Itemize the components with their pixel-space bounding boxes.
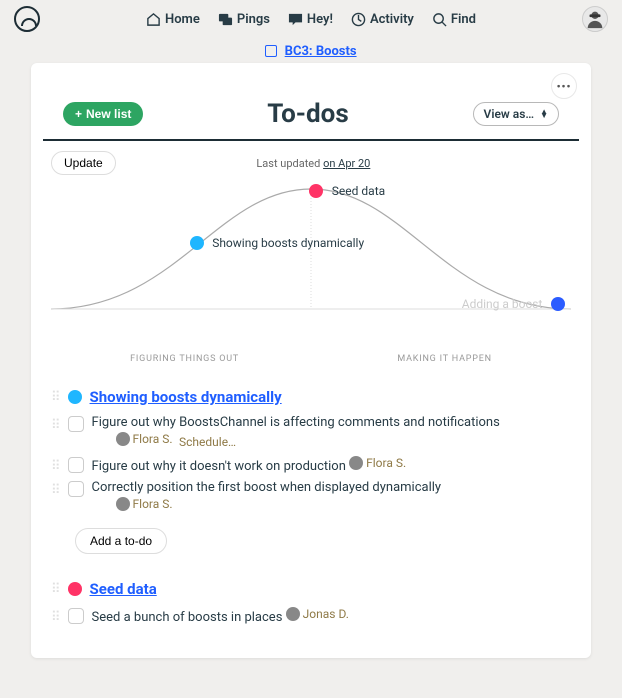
new-list-button[interactable]: + New list <box>63 102 143 126</box>
app-logo[interactable] <box>14 6 40 32</box>
nav-hey-label: Hey! <box>307 12 333 27</box>
nav-pings-label: Pings <box>237 12 270 27</box>
hill-dot-label: Showing boosts dynamically <box>212 236 364 250</box>
nav-home-label: Home <box>165 12 200 27</box>
hill-dot-label: Seed data <box>332 184 385 198</box>
assignee[interactable]: Flora S. <box>349 456 406 470</box>
hill-dot[interactable] <box>309 184 323 198</box>
last-updated-date[interactable]: on Apr 20 <box>323 157 370 170</box>
last-updated: Last updated on Apr 20 <box>256 157 370 170</box>
nav-pings[interactable]: Pings <box>218 12 270 27</box>
list-color-dot <box>68 390 82 404</box>
assignee-avatar <box>116 432 130 446</box>
schedule-link[interactable]: Schedule… <box>179 435 236 449</box>
hill-dot[interactable] <box>190 236 204 250</box>
breadcrumb-link[interactable]: BC3: Boosts <box>285 44 357 59</box>
top-nav: Home Pings Hey! Activity Find <box>0 0 622 38</box>
todo-list: ⠿ Showing boosts dynamically ⠿ Figure out w… <box>31 372 591 564</box>
update-button[interactable]: Update <box>51 151 116 175</box>
drag-handle[interactable]: ⠿ <box>51 582 60 597</box>
todo-list: ⠿ Seed data ⠿ Seed a bunch of boosts in pla… <box>31 564 591 628</box>
pings-icon <box>218 12 233 27</box>
drag-handle[interactable]: ⠿ <box>51 390 60 405</box>
assignee[interactable]: Flora S. <box>116 497 173 511</box>
assignee[interactable]: Jonas D. <box>286 607 349 621</box>
nav-home[interactable]: Home <box>146 12 200 27</box>
activity-icon <box>351 12 366 27</box>
sort-icon: ▲▼ <box>540 110 548 118</box>
view-as-button[interactable]: View as… ▲▼ <box>473 102 559 126</box>
find-icon <box>432 12 447 27</box>
list-title[interactable]: Showing boosts dynamically <box>90 388 282 406</box>
drag-handle[interactable]: ⠿ <box>51 483 60 498</box>
todo-checkbox[interactable] <box>68 416 84 432</box>
drag-handle[interactable]: ⠿ <box>51 459 60 474</box>
todo-text[interactable]: Figure out why it doesn't work on produc… <box>92 459 346 474</box>
list-title[interactable]: Seed data <box>90 580 157 598</box>
todo-text[interactable]: Seed a bunch of boosts in places <box>92 610 283 625</box>
user-avatar[interactable] <box>582 6 608 32</box>
list-color-dot <box>68 582 82 596</box>
todo-checkbox[interactable] <box>68 481 84 497</box>
todo-item: ⠿ Correctly position the first boost when… <box>51 477 571 518</box>
page-title: To-dos <box>267 99 349 129</box>
assignee-avatar <box>286 607 300 621</box>
todo-text[interactable]: Figure out why BoostsChannel is affectin… <box>92 415 500 430</box>
assignee-avatar <box>116 497 130 511</box>
home-icon <box>146 12 161 27</box>
nav-activity-label: Activity <box>370 12 414 27</box>
nav-hey[interactable]: Hey! <box>288 12 333 27</box>
plus-icon: + <box>75 107 82 121</box>
hill-left-label: FIGURING THINGS OUT <box>130 354 239 364</box>
project-icon <box>265 45 277 57</box>
hey-icon <box>288 12 303 27</box>
nav-find-label: Find <box>451 12 476 27</box>
view-as-label: View as… <box>484 107 535 121</box>
todo-checkbox[interactable] <box>68 457 84 473</box>
add-todo-button[interactable]: Add a to-do <box>75 528 167 554</box>
hill-right-label: MAKING IT HAPPEN <box>397 354 492 364</box>
hill-dot[interactable] <box>551 297 565 311</box>
hill-chart[interactable]: Seed data Showing boosts dynamically Addin… <box>51 179 571 354</box>
card-menu-button[interactable]: ••• <box>551 73 577 99</box>
drag-handle[interactable]: ⠿ <box>51 418 60 433</box>
assignee[interactable]: Flora S. <box>116 432 173 446</box>
nav-activity[interactable]: Activity <box>351 12 414 27</box>
nav-find[interactable]: Find <box>432 12 476 27</box>
todo-item: ⠿ Figure out why it doesn't work on produ… <box>51 453 571 477</box>
todo-text[interactable]: Correctly position the first boost when … <box>92 480 442 495</box>
main-card: ••• + New list To-dos View as… ▲▼ Update… <box>31 63 591 658</box>
assignee-avatar <box>349 456 363 470</box>
todo-item: ⠿ Figure out why BoostsChannel is affecti… <box>51 412 571 453</box>
hill-dot-label: Adding a boost <box>462 297 543 311</box>
drag-handle[interactable]: ⠿ <box>51 610 60 625</box>
todo-checkbox[interactable] <box>68 608 84 624</box>
new-list-label: New list <box>86 107 131 121</box>
breadcrumb: BC3: Boosts <box>0 38 622 63</box>
todo-item: ⠿ Seed a bunch of boosts in places Jonas … <box>51 604 571 628</box>
